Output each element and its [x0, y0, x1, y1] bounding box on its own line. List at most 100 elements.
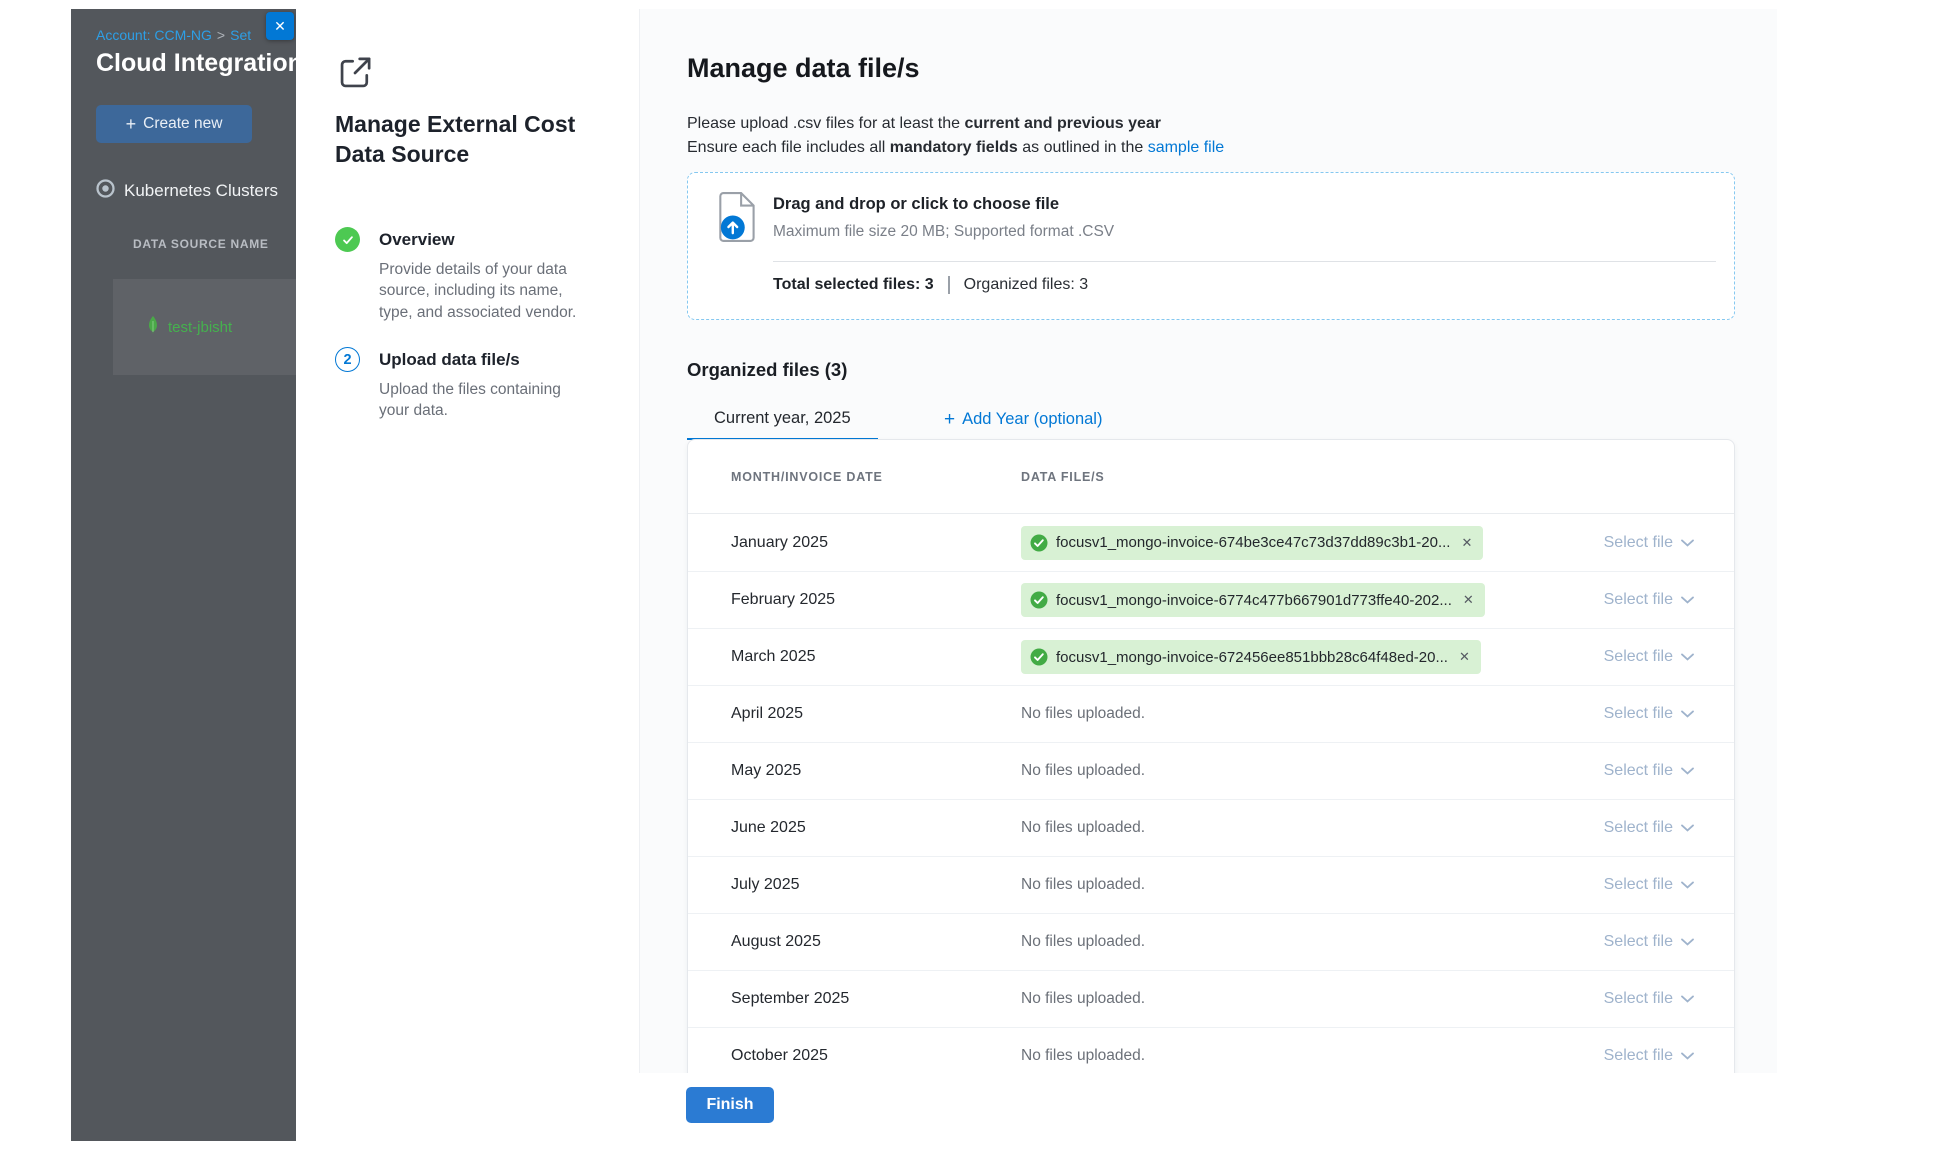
no-files-text: No files uploaded.: [1021, 933, 1145, 951]
chevron-down-icon: [1681, 653, 1694, 661]
chevron-down-icon: [1681, 1052, 1694, 1060]
chevron-down-icon: [1681, 938, 1694, 946]
wizard-step-upload[interactable]: 2 Upload data file/s Upload the files co…: [335, 347, 613, 422]
month-label: September 2025: [731, 990, 1021, 1008]
instruction-2-text: Ensure each file includes all: [687, 139, 890, 156]
upload-file-icon: [716, 191, 760, 248]
file-cell: focusv1_mongo-invoice-6774c477b667901d77…: [1021, 583, 1604, 617]
select-file-dropdown[interactable]: Select file: [1604, 1047, 1694, 1065]
table-row: September 2025 No files uploaded. Select…: [688, 970, 1734, 1027]
file-cell: No files uploaded.: [1021, 705, 1604, 723]
breadcrumb-section-link[interactable]: Set: [230, 27, 251, 43]
month-label: March 2025: [731, 648, 1021, 666]
select-file-label: Select file: [1604, 705, 1673, 723]
month-label: October 2025: [731, 1047, 1021, 1065]
file-chip-name: focusv1_mongo-invoice-674be3ce47c73d37dd…: [1056, 534, 1450, 551]
select-file-dropdown[interactable]: Select file: [1604, 591, 1694, 609]
kubernetes-icon: [96, 179, 115, 203]
breadcrumb-separator: >: [217, 27, 225, 43]
background-page: Account: CCM-NG>Set Cloud Integration + …: [71, 9, 296, 1141]
table-row: October 2025 No files uploaded. Select f…: [688, 1027, 1734, 1073]
data-source-row[interactable]: test-jbisht: [113, 279, 296, 375]
file-dropzone[interactable]: Drag and drop or click to choose file Ma…: [687, 172, 1735, 320]
file-cell: No files uploaded.: [1021, 933, 1604, 951]
select-file-dropdown[interactable]: Select file: [1604, 648, 1694, 666]
file-chip[interactable]: focusv1_mongo-invoice-6774c477b667901d77…: [1021, 583, 1485, 617]
file-chip-name: focusv1_mongo-invoice-6774c477b667901d77…: [1056, 592, 1452, 609]
select-file-dropdown[interactable]: Select file: [1604, 762, 1694, 780]
instruction-line-1: Please upload .csv files for at least th…: [687, 115, 1161, 133]
no-files-text: No files uploaded.: [1021, 819, 1145, 837]
select-file-label: Select file: [1604, 876, 1673, 894]
instruction-2-bold: mandatory fields: [890, 139, 1018, 156]
remove-file-icon[interactable]: ✕: [1463, 592, 1474, 608]
table-row: March 2025 focusv1_mongo-invoice-672456e…: [688, 628, 1734, 685]
file-cell: No files uploaded.: [1021, 762, 1604, 780]
file-cell: No files uploaded.: [1021, 876, 1604, 894]
no-files-text: No files uploaded.: [1021, 990, 1145, 1008]
screen: Account: CCM-NG>Set Cloud Integration + …: [0, 0, 1934, 1156]
select-file-dropdown[interactable]: Select file: [1604, 705, 1694, 723]
select-file-dropdown[interactable]: Select file: [1604, 534, 1694, 552]
tab-kubernetes-label: Kubernetes Clusters: [124, 181, 278, 201]
sample-file-link[interactable]: sample file: [1148, 139, 1224, 156]
file-chip[interactable]: focusv1_mongo-invoice-672456ee851bbb28c6…: [1021, 640, 1481, 674]
external-source-icon: [335, 53, 375, 98]
close-button[interactable]: ✕: [266, 12, 294, 40]
select-file-dropdown[interactable]: Select file: [1604, 876, 1694, 894]
table-row: May 2025 No files uploaded. Select file: [688, 742, 1734, 799]
month-label: April 2025: [731, 705, 1021, 723]
table-header-row: MONTH/INVOICE DATE DATA FILE/S: [688, 440, 1734, 514]
select-file-label: Select file: [1604, 819, 1673, 837]
select-file-dropdown[interactable]: Select file: [1604, 819, 1694, 837]
file-chip-name: focusv1_mongo-invoice-672456ee851bbb28c6…: [1056, 649, 1448, 666]
add-year-label: Add Year (optional): [962, 410, 1102, 429]
file-success-check-icon: [1030, 591, 1048, 609]
add-year-button[interactable]: + Add Year (optional): [944, 399, 1102, 440]
select-file-dropdown[interactable]: Select file: [1604, 933, 1694, 951]
month-label: January 2025: [731, 534, 1021, 552]
file-cell: No files uploaded.: [1021, 819, 1604, 837]
chevron-down-icon: [1681, 767, 1694, 775]
table-row: June 2025 No files uploaded. Select file: [688, 799, 1734, 856]
file-success-check-icon: [1030, 534, 1048, 552]
instruction-1-text: Please upload .csv files for at least th…: [687, 115, 964, 132]
step-upload-description: Upload the files containing your data.: [379, 379, 591, 422]
select-file-label: Select file: [1604, 990, 1673, 1008]
tab-kubernetes-clusters[interactable]: Kubernetes Clusters: [96, 179, 278, 203]
dropzone-divider: [773, 261, 1716, 262]
chevron-down-icon: [1681, 824, 1694, 832]
remove-file-icon[interactable]: ✕: [1459, 649, 1470, 665]
create-new-label: Create new: [143, 115, 222, 133]
breadcrumb-account-link[interactable]: Account: CCM-NG: [96, 27, 212, 43]
no-files-text: No files uploaded.: [1021, 1047, 1145, 1065]
month-label: August 2025: [731, 933, 1021, 951]
instruction-line-2: Ensure each file includes all mandatory …: [687, 139, 1224, 157]
months-table-card: MONTH/INVOICE DATE DATA FILE/S January 2…: [687, 439, 1735, 1073]
year-tabs: Current year, 2025 + Add Year (optional): [687, 399, 878, 440]
finish-button[interactable]: Finish: [686, 1087, 774, 1123]
select-file-dropdown[interactable]: Select file: [1604, 990, 1694, 1008]
chevron-down-icon: [1681, 596, 1694, 604]
wizard-step-overview[interactable]: Overview Provide details of your data so…: [335, 227, 613, 323]
data-source-link[interactable]: test-jbisht: [168, 319, 232, 336]
file-chip[interactable]: focusv1_mongo-invoice-674be3ce47c73d37dd…: [1021, 526, 1483, 560]
count-divider: [948, 276, 950, 294]
select-file-label: Select file: [1604, 933, 1673, 951]
tab-current-year-label: Current year, 2025: [714, 409, 851, 428]
month-label: February 2025: [731, 591, 1021, 609]
step-overview-description: Provide details of your data source, inc…: [379, 259, 591, 323]
remove-file-icon[interactable]: ✕: [1461, 535, 1472, 551]
tab-current-year[interactable]: Current year, 2025: [687, 399, 878, 440]
instruction-2-text-2: as outlined in the: [1018, 139, 1148, 156]
manage-data-files-panel: Manage data file/s Please upload .csv fi…: [639, 9, 1777, 1073]
column-header-data-source-name: DATA SOURCE NAME: [133, 237, 269, 251]
table-row: January 2025 focusv1_mongo-invoice-674be…: [688, 514, 1734, 571]
instruction-1-bold: current and previous year: [964, 115, 1161, 132]
mongodb-leaf-icon: [147, 316, 159, 339]
create-new-button[interactable]: + Create new: [96, 105, 252, 143]
column-header-data-files: DATA FILE/S: [1021, 470, 1105, 484]
step-number-badge: 2: [335, 347, 360, 372]
close-icon: ✕: [274, 18, 286, 35]
month-label: June 2025: [731, 819, 1021, 837]
